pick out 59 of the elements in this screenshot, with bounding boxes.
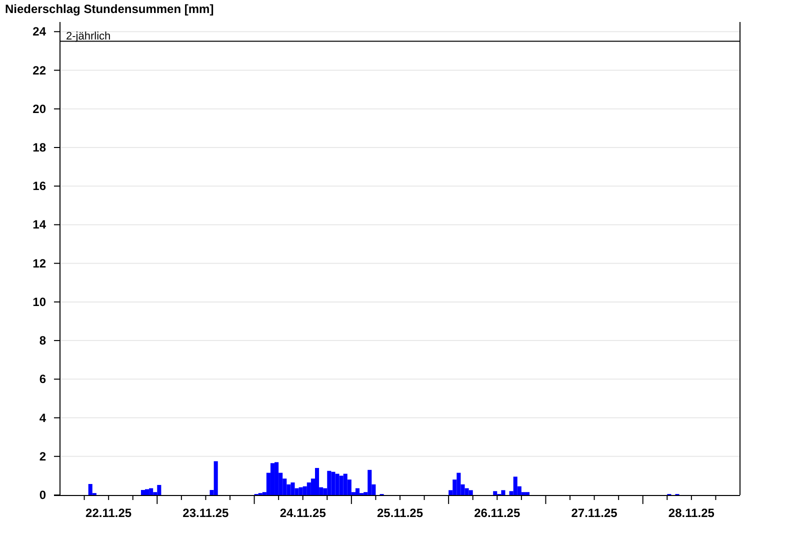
y-tick <box>54 378 60 380</box>
y-tick-label: 6 <box>39 372 46 386</box>
x-tick-label: 28.11.25 <box>668 506 714 520</box>
x-tick <box>520 494 522 500</box>
y-tick <box>54 301 60 302</box>
x-tick <box>180 494 182 500</box>
x-tick-label: 27.11.25 <box>571 506 618 520</box>
x-tick <box>375 494 376 500</box>
x-tick <box>618 494 620 500</box>
y-tick <box>54 224 60 226</box>
y-tick-label: 18 <box>32 140 46 154</box>
y-tick <box>54 417 60 418</box>
y-tick <box>54 108 60 110</box>
y-tick <box>54 494 60 496</box>
x-tick <box>642 494 644 504</box>
y-tick-label: 22 <box>32 63 46 78</box>
x-tick <box>594 494 595 500</box>
x-tick <box>496 494 498 500</box>
x-tick-label: 26.11.25 <box>474 506 520 520</box>
y-tick-label: 24 <box>32 24 46 39</box>
x-tick <box>156 494 158 504</box>
y-tick <box>54 186 60 187</box>
chart-title: Niederschlag Stundensummen [mm] <box>4 1 214 18</box>
x-tick <box>132 494 134 500</box>
x-tick <box>690 494 692 500</box>
x-tick <box>84 494 85 500</box>
y-tick <box>54 147 60 148</box>
x-tick-label: 23.11.25 <box>182 506 229 520</box>
x-tick <box>472 494 474 500</box>
y-tick-label: 20 <box>32 102 46 116</box>
x-tick <box>448 494 450 504</box>
x-tick <box>326 494 328 500</box>
x-tick <box>666 494 668 500</box>
y-tick-label: 12 <box>32 256 46 270</box>
x-tick <box>715 494 716 500</box>
y-tick-label: 2 <box>39 449 46 464</box>
y-tick <box>54 340 60 342</box>
y-tick-label: 0 <box>39 488 46 502</box>
y-tick <box>54 70 60 71</box>
y-tick-label: 4 <box>39 410 46 425</box>
y-tick-label: 14 <box>32 218 46 232</box>
x-tick <box>108 494 110 500</box>
x-tick <box>545 494 546 504</box>
x-tick <box>350 494 352 504</box>
threshold-label: 2-jährlich <box>66 30 111 42</box>
x-tick <box>302 494 304 500</box>
y-tick-label: 8 <box>39 334 46 348</box>
y-tick <box>54 456 60 457</box>
x-tick-label: 22.11.25 <box>86 506 132 520</box>
x-tick-label: 24.11.25 <box>280 506 326 520</box>
x-tick <box>424 494 425 500</box>
x-tick <box>205 494 206 500</box>
y-tick <box>54 262 60 264</box>
x-tick-label: 25.11.25 <box>376 506 424 520</box>
x-tick <box>254 494 255 504</box>
y-tick <box>54 31 60 32</box>
y-tick-label: 10 <box>32 294 46 309</box>
x-tick <box>278 494 280 500</box>
y-tick-label: 16 <box>32 179 46 194</box>
